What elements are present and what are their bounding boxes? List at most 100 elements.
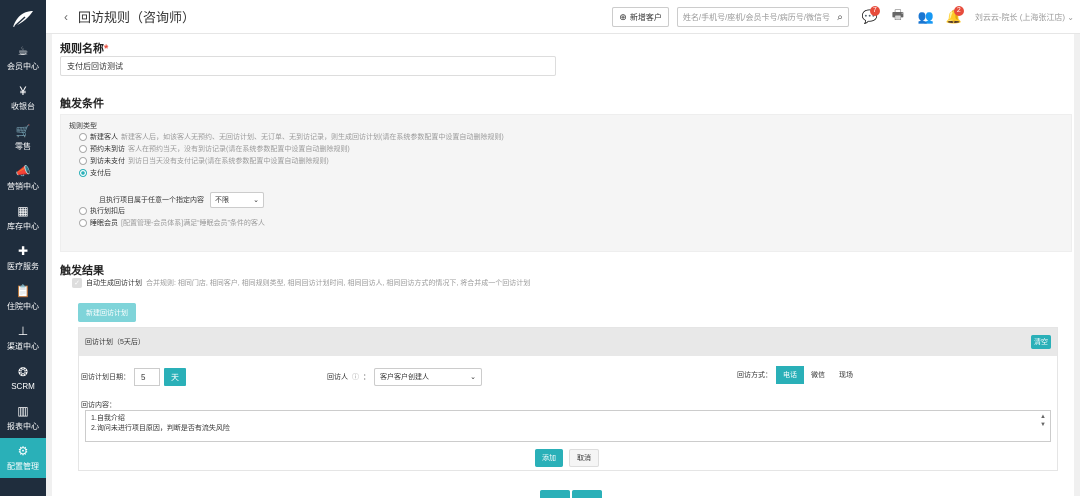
days-input[interactable]: 5: [134, 368, 160, 386]
sidebar-item-8[interactable]: ❂ SCRM: [0, 358, 46, 398]
sub-condition-row: 且执行项目属于任意一个指定内容 不限 ⌄: [99, 192, 264, 208]
rule-type-option-desc: 新建客人后，如该客人无预约、无回访计划、无订单、无到访记录，则生成回访计划(请在…: [121, 134, 504, 141]
sidebar-item-label: 营销中心: [7, 182, 39, 191]
page-title: 回访规则（咨询师）: [78, 10, 196, 25]
info-icon: ⓘ: [352, 374, 359, 381]
sidebar-item-1[interactable]: ¥ 收银台: [0, 78, 46, 118]
print-button[interactable]: 🖶: [887, 6, 909, 28]
result-heading: 触发结果: [60, 265, 104, 277]
rule-type-option-label: 到访未支付: [90, 158, 125, 165]
rule-type-option-desc: 客人在预约当天，没有到访记录(请在系统参数配置中设置自动删除规则): [128, 146, 350, 153]
clipboard-icon: 📋: [15, 284, 31, 298]
rule-type-option[interactable]: 预约未到访 客人在预约当天，没有到访记录(请在系统参数配置中设置自动删除规则): [79, 144, 350, 154]
rule-type-option-desc: [配置管理-会员体系]满足“睡眠会员”条件的客人: [121, 220, 265, 227]
rule-type-label: 规则类型: [69, 123, 97, 130]
rule-name-heading-text: 规则名称: [60, 43, 104, 55]
content-textarea[interactable]: 1.自我介绍 2.询问未进行项目原因，判断是否有流失风险 ▲ ▼: [85, 410, 1051, 442]
auto-generate-checkbox[interactable]: ✓: [72, 278, 82, 288]
rule-type-option-label: 新建客人: [90, 134, 118, 141]
sidebar: ☕ 会员中心 ¥ 收银台 🛒 零售 📣 营销中心 ▦ 库存中心 ✚ 医疗服务 📋 住院中心 ⊥ 渠道中心 ❂ SC…: [0, 0, 46, 496]
method-option[interactable]: 电话: [776, 366, 804, 384]
search-placeholder: 姓名/手机号/座机/会员卡号/病历号/微信号: [682, 12, 830, 22]
radio-circle[interactable]: [79, 145, 87, 153]
footer-button-left[interactable]: [540, 490, 570, 498]
plan-header-title: 回访计划（5天后）: [85, 339, 145, 346]
notification-badge: 2: [953, 6, 964, 16]
topbar-actions: ⊕ 新增客户 姓名/手机号/座机/会员卡号/病历号/微信号 ⌕ 💬 7 🖶 👥 …: [612, 0, 1080, 34]
required-mark: *: [104, 43, 109, 55]
cup-icon: ☕: [17, 44, 29, 58]
cart-icon: 🛒: [15, 124, 31, 138]
clear-button[interactable]: 清空: [1031, 335, 1051, 349]
chevron-down-icon: ⌄: [253, 197, 259, 204]
megaphone-icon: 📣: [15, 164, 31, 178]
sidebar-item-10[interactable]: ⚙ 配置管理: [0, 438, 46, 478]
sub-condition-label: 且执行项目属于任意一个指定内容: [99, 197, 204, 204]
radio-circle[interactable]: [79, 169, 87, 177]
message-badge: 7: [869, 6, 880, 16]
sidebar-item-label: 收银台: [11, 102, 35, 111]
sidebar-item-label: SCRM: [11, 382, 35, 391]
method-option[interactable]: 现场: [832, 366, 860, 384]
textarea-spinner[interactable]: ▲ ▼: [1040, 413, 1046, 429]
sidebar-item-7[interactable]: ⊥ 渠道中心: [0, 318, 46, 358]
main-area: 规则名称* 支付后回访测试 触发条件 规则类型 新建客人 新建客人后，如该客人无预…: [46, 34, 1080, 498]
radio-circle[interactable]: [79, 157, 87, 165]
sidebar-item-6[interactable]: 📋 住院中心: [0, 278, 46, 318]
grid-icon: ▦: [17, 204, 29, 218]
back-button[interactable]: ‹: [56, 10, 76, 24]
visitor-row: 回访人 ⓘ ： 客户客户创建人 ⌄: [327, 368, 482, 386]
user-menu[interactable]: 刘云云-院长 (上海张江店) ⌄: [975, 12, 1074, 23]
auto-generate-row: ✓ 自动生成回访计划 合并规则: 相同门店, 相同客户, 相同规则类型, 相同回…: [72, 278, 530, 288]
rule-type-option[interactable]: 到访未支付 到访日当天没有支付记录(请在系统参数配置中设置自动删除规则): [79, 156, 329, 166]
notification-button[interactable]: 🔔 2: [943, 6, 965, 28]
sidebar-item-label: 医疗服务: [7, 262, 39, 271]
search-input[interactable]: 姓名/手机号/座机/会员卡号/病历号/微信号 ⌕: [676, 7, 849, 27]
rule-type-option[interactable]: 睡眠会员 [配置管理-会员体系]满足“睡眠会员”条件的客人: [79, 218, 265, 228]
cancel-button[interactable]: 取消: [569, 449, 599, 467]
message-button[interactable]: 💬 7: [859, 6, 881, 28]
visitor-select[interactable]: 客户客户创建人 ⌄: [374, 368, 482, 386]
sidebar-item-9[interactable]: ▥ 报表中心: [0, 398, 46, 438]
search-icon[interactable]: ⌕: [837, 12, 843, 23]
plan-actions: 添加 取消: [535, 449, 599, 467]
leaf-logo-icon: [13, 11, 33, 27]
user-label: 刘云云-院长 (上海张江店): [974, 12, 1066, 22]
footer-button-right[interactable]: [572, 490, 602, 498]
sidebar-item-label: 配置管理: [7, 462, 39, 471]
add-button[interactable]: 添加: [535, 449, 563, 467]
sidebar-item-2[interactable]: 🛒 零售: [0, 118, 46, 158]
contacts-button[interactable]: 👥: [915, 6, 937, 28]
logo[interactable]: [0, 0, 46, 38]
new-customer-label: 新增客户: [629, 12, 662, 22]
auto-generate-desc: 合并规则: 相同门店, 相同客户, 相同规则类型, 相同回访计划时间, 相同回访…: [146, 280, 531, 287]
new-customer-button[interactable]: ⊕ 新增客户: [612, 7, 669, 27]
plan-date-label: 回访计划日期：: [81, 374, 130, 381]
check-icon: ✓: [74, 280, 80, 287]
cluster-icon: ❂: [17, 365, 29, 379]
footer-buttons: [540, 490, 602, 498]
trigger-heading: 触发条件: [60, 98, 104, 110]
bar-chart-icon: ▥: [17, 404, 29, 418]
radio-circle[interactable]: [79, 207, 87, 215]
visitor-value: 客户客户创建人: [380, 374, 429, 381]
plus-circle-icon: ⊕: [619, 11, 627, 22]
radio-circle[interactable]: [79, 219, 87, 227]
new-plan-button[interactable]: 新建回访计划: [78, 303, 136, 322]
sidebar-item-3[interactable]: 📣 营销中心: [0, 158, 46, 198]
rule-type-option[interactable]: 新建客人 新建客人后，如该客人无预约、无回访计划、无订单、无到访记录，则生成回访计…: [79, 132, 504, 142]
sidebar-item-5[interactable]: ✚ 医疗服务: [0, 238, 46, 278]
colon: ：: [363, 374, 370, 381]
radio-circle[interactable]: [79, 133, 87, 141]
rule-type-option[interactable]: 支付后: [79, 168, 114, 178]
rule-form: 规则名称* 支付后回访测试 触发条件 规则类型 新建客人 新建客人后，如该客人无预…: [52, 34, 1074, 498]
yen-icon: ¥: [19, 84, 27, 98]
sidebar-item-label: 报表中心: [7, 422, 39, 431]
org-chart-icon: ⊥: [17, 324, 29, 338]
days-unit: 天: [164, 368, 186, 386]
sub-condition-select[interactable]: 不限 ⌄: [210, 192, 264, 208]
sidebar-item-4[interactable]: ▦ 库存中心: [0, 198, 46, 238]
method-option[interactable]: 微信: [804, 366, 832, 384]
sidebar-item-0[interactable]: ☕ 会员中心: [0, 38, 46, 78]
rule-name-input[interactable]: 支付后回访测试: [60, 56, 556, 76]
